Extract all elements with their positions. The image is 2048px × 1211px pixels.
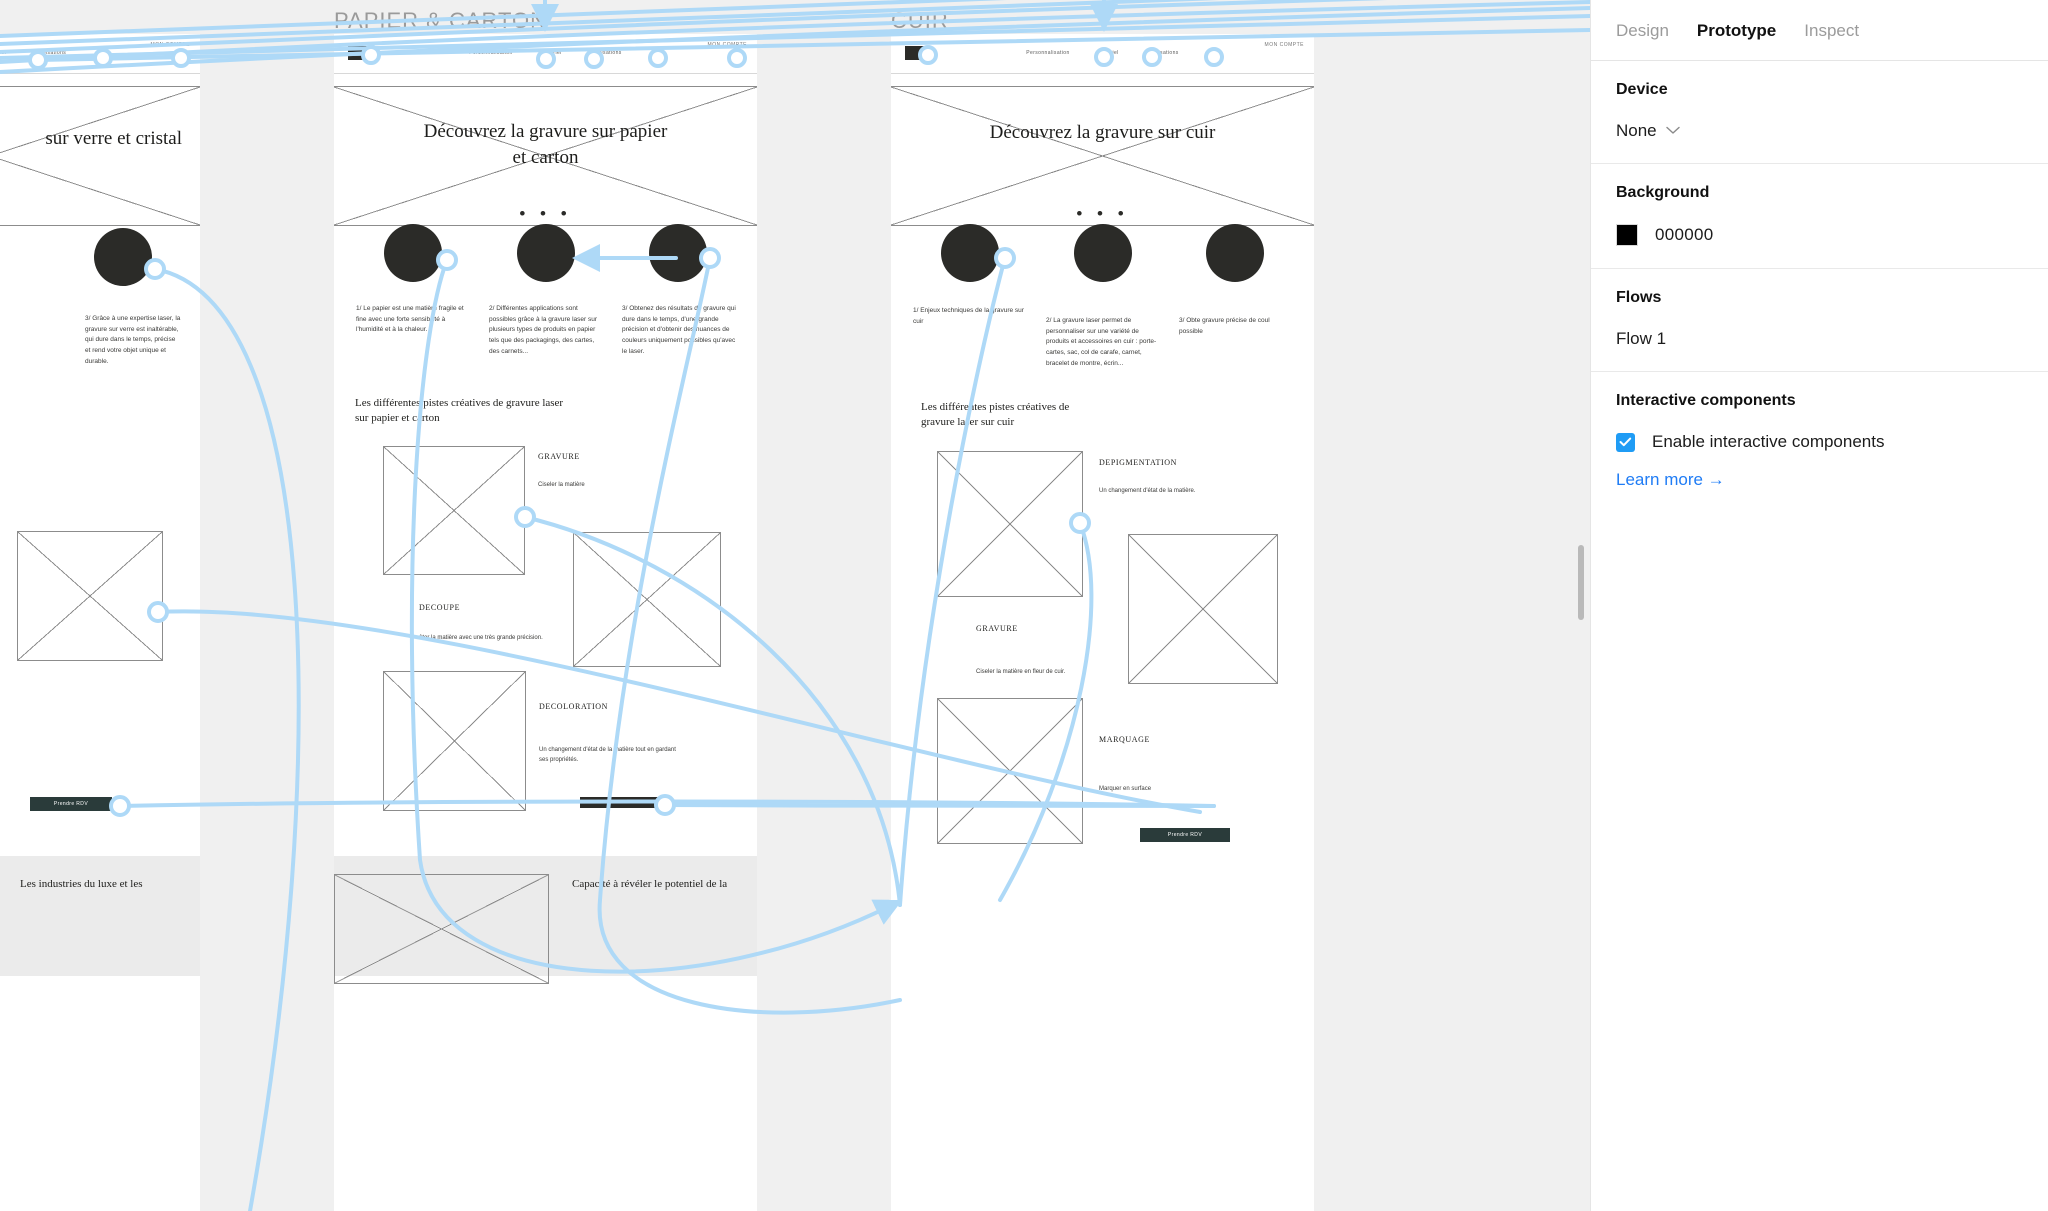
- image-placeholder: [937, 698, 1083, 844]
- category-description: Ciseler la matière: [538, 482, 585, 488]
- image-placeholder: [573, 532, 721, 667]
- decorative-circle: [1074, 224, 1132, 282]
- category-label: DEPIGMENTATION: [1099, 458, 1177, 467]
- category-label: DECOLORATION: [539, 702, 608, 711]
- logo-icon: [348, 46, 374, 60]
- paragraph-text: 1/ Enjeux techniques de la gravure sur c…: [913, 307, 1024, 325]
- frame-papier-navbar: Personnalisation Matériel Réalisations MON…: [334, 34, 757, 74]
- decorative-circle: [384, 224, 442, 282]
- band-title: Capacité à révéler le potentiel de la: [572, 878, 728, 890]
- prototype-connections: [0, 0, 1590, 1211]
- nav-account-link[interactable]: MON COMPTE: [1265, 42, 1304, 48]
- band-title: Les industries du luxe et les: [20, 878, 143, 890]
- decorative-circle: [517, 224, 575, 282]
- prendre-rdv-button[interactable]: Prendre RDV: [30, 797, 112, 811]
- nav-account-link[interactable]: MON COMPTE: [708, 42, 747, 48]
- dark-bar: [580, 797, 666, 808]
- nav-links[interactable]: PersonnalisationMatérielRéalisations: [1012, 50, 1192, 56]
- device-heading: Device: [1616, 81, 1668, 98]
- image-placeholder: [334, 874, 549, 984]
- interactive-components-section: Interactive components Enable interactiv…: [1591, 372, 2048, 512]
- category-description: Un changement d'état de la matière tout …: [539, 747, 676, 763]
- checkbox-icon[interactable]: [1616, 432, 1635, 452]
- grey-band: [0, 856, 200, 976]
- section-title: Les différentes pistes créatives de grav…: [355, 397, 564, 424]
- device-dropdown[interactable]: None: [1616, 121, 2023, 141]
- frame-label-papier-carton[interactable]: PAPIER & CARTON: [334, 8, 547, 34]
- nav-links[interactable]: PersonnalisationMatérielRéalisations: [0, 50, 80, 56]
- canvas-scrollbar[interactable]: [1578, 545, 1584, 620]
- background-hex-value[interactable]: 000000: [1655, 225, 1714, 245]
- decorative-circle: [941, 224, 999, 282]
- section-title: Les différentes pistes créatives de grav…: [921, 401, 1070, 428]
- paragraph-text: 3/ Grâce à une expertise laser, la gravu…: [85, 315, 181, 365]
- hero-title: Découvrez la gravure sur papier et carto…: [423, 121, 668, 168]
- category-description: Un changement d'état de la matière.: [1099, 488, 1196, 494]
- hero-title: Découvrez la gravure sur cuir: [989, 122, 1216, 143]
- logo-icon: [905, 46, 931, 60]
- image-placeholder: [1128, 534, 1278, 684]
- image-placeholder: [937, 451, 1083, 597]
- frame-cuir-navbar: Personnalisation Matériel Réalisations MON…: [891, 34, 1314, 74]
- background-color-row[interactable]: 000000: [1616, 224, 2023, 246]
- frame-verre-cristal[interactable]: PersonnalisationMatérielRéalisations MON…: [0, 34, 200, 1211]
- learn-more-link[interactable]: Learn more →: [1616, 470, 1725, 490]
- enable-interactive-components-row[interactable]: Enable interactive components: [1616, 432, 2023, 452]
- tab-prototype[interactable]: Prototype: [1697, 22, 1776, 39]
- enable-interactive-components-label: Enable interactive components: [1652, 432, 1885, 451]
- figma-prototype-screen: PAPIER & CARTON CUIR PersonnalisationMat…: [0, 0, 2048, 1211]
- decorative-circle: [649, 224, 707, 282]
- chevron-down-icon: [1665, 122, 1680, 140]
- frame-cuir[interactable]: Personnalisation Matériel Réalisations MON…: [891, 34, 1314, 1211]
- nav-account-link[interactable]: MON COMPTE: [151, 42, 190, 48]
- category-label: GRAVURE: [976, 624, 1018, 633]
- paragraph-text: 3/ Obte gravure précise de coul possible: [1179, 317, 1270, 335]
- hero-title: sur verre et cristal: [45, 128, 182, 149]
- category-description: ôter la matière avec une très grande pré…: [419, 635, 543, 641]
- nav-links[interactable]: PersonnalisationMatérielRéalisations: [455, 50, 635, 56]
- frame-label-cuir[interactable]: CUIR: [891, 8, 949, 34]
- paragraph-text: 2/ Différentes applications sont possibl…: [489, 305, 598, 355]
- flows-heading: Flows: [1616, 289, 1662, 306]
- image-placeholder: [17, 531, 163, 661]
- paragraph-text: 2/ La gravure laser permet de personnali…: [1046, 317, 1157, 367]
- category-description: Marquer en surface: [1099, 786, 1152, 792]
- frame-verre-navbar: PersonnalisationMatérielRéalisations MON…: [0, 34, 200, 74]
- color-swatch[interactable]: [1616, 224, 1638, 246]
- decorative-circle: [94, 228, 152, 286]
- tab-design[interactable]: Design: [1616, 22, 1669, 39]
- paragraph-text: 1/ Le papier est une matière fragile et …: [356, 305, 464, 334]
- category-label: MARQUAGE: [1099, 735, 1151, 744]
- panel-tab-bar: Design Prototype Inspect: [1591, 0, 2048, 61]
- image-placeholder: [383, 671, 526, 811]
- decorative-circle: [1206, 224, 1264, 282]
- dots-separator: • • •: [1076, 204, 1129, 223]
- background-section: Background 000000: [1591, 164, 2048, 269]
- device-section: Device None: [1591, 61, 2048, 164]
- interactive-components-heading: Interactive components: [1616, 392, 1796, 409]
- right-properties-panel: Design Prototype Inspect Device None Bac…: [1590, 0, 2048, 1211]
- background-heading: Background: [1616, 184, 1710, 201]
- tab-inspect[interactable]: Inspect: [1804, 22, 1859, 39]
- category-description: Ciseler la matière en fleur de cuir.: [976, 669, 1066, 675]
- prendre-rdv-button[interactable]: Prendre RDV: [1140, 828, 1230, 842]
- dots-separator: • • •: [519, 204, 572, 223]
- flows-section: Flows Flow 1: [1591, 269, 2048, 372]
- device-value: None: [1616, 121, 1657, 140]
- paragraph-text: 3/ Obtenez des résultats de gravure qui …: [622, 305, 736, 355]
- image-placeholder: [383, 446, 525, 575]
- flow-item-1[interactable]: Flow 1: [1616, 329, 2023, 349]
- category-label: GRAVURE: [538, 452, 580, 461]
- design-canvas[interactable]: PAPIER & CARTON CUIR PersonnalisationMat…: [0, 0, 1590, 1211]
- frame-papier-carton[interactable]: Personnalisation Matériel Réalisations MON…: [334, 34, 757, 1211]
- hero-image-placeholder: [0, 86, 200, 226]
- category-label: DECOUPE: [419, 603, 461, 612]
